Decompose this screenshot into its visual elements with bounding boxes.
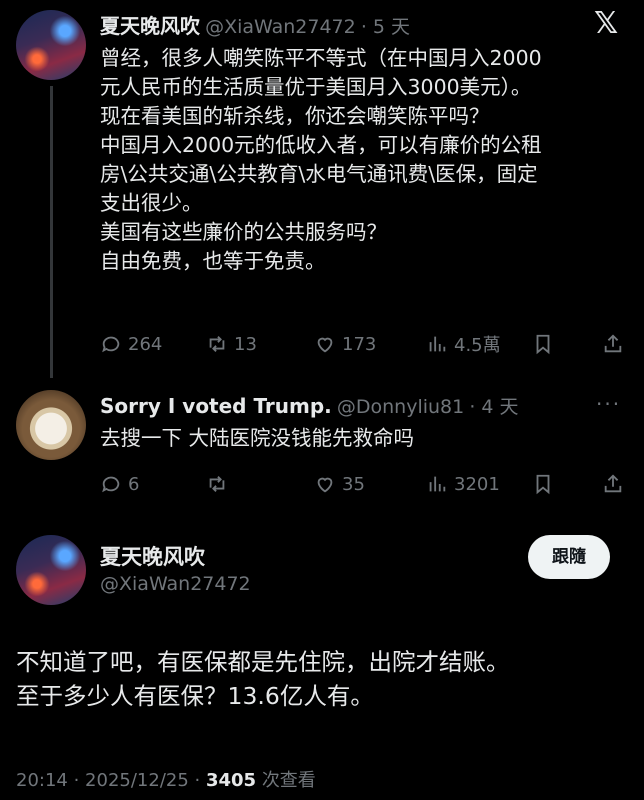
repost-button[interactable] [206,473,234,495]
share-icon [604,474,622,493]
tweet-meta: 20:14 · 2025/12/25 · 3405 次查看 [16,766,316,792]
reply-button[interactable]: 6 [100,473,139,495]
tweet-text: 去搜一下 大陆医院没钱能先救命吗 [100,426,415,450]
view-count: 3405 [205,770,257,791]
views-count: 3201 [454,473,500,495]
like-button[interactable]: 35 [314,473,365,495]
bookmark-button[interactable] [532,333,554,355]
follow-button[interactable]: 跟隨 [528,535,610,579]
x-logo-icon[interactable]: 𝕏 [594,6,618,41]
repost-count: 13 [234,333,257,355]
views-button[interactable]: 3201 [426,473,500,495]
avatar[interactable] [16,535,86,605]
author-handle[interactable]: @Donnyliu81 [337,396,464,418]
tweet-time[interactable]: · 4 天 [469,396,518,418]
reply-button[interactable]: 264 [100,333,162,355]
view-label: 次查看 [261,770,316,791]
analytics-icon [429,476,446,492]
reply-icon [102,476,120,493]
bookmark-button[interactable] [532,473,554,495]
author-handle[interactable]: @XiaWan27472 [100,573,251,595]
tweet-text: 不知道了吧，有医保都是先住院，出院才结账。 至于多少人有医保？13.6亿人有。 [16,648,510,710]
reply-count: 264 [128,333,163,355]
like-button[interactable]: 173 [314,333,376,355]
tweet-actions: 6 35 3201 [100,470,630,498]
tweet-text: 曾经，很多人嘲笑陈平不等式（在中国月入2000 元人民币的生活质量优于美国月入3… [100,46,542,273]
views-button[interactable]: 4.5萬 [426,331,501,357]
share-button[interactable] [602,333,624,355]
author-name[interactable]: Sorry I voted Trump. [100,394,332,418]
tweet-actions: 264 13 173 4.5萬 [100,330,630,358]
share-icon [604,334,622,353]
author-name[interactable]: 夏天晚风吹 [100,541,205,571]
analytics-icon [429,336,446,352]
repost-icon [209,336,225,352]
avatar[interactable] [16,390,86,460]
reply-count: 6 [128,473,140,495]
author-handle[interactable]: @XiaWan27472 [205,16,356,38]
views-count: 4.5萬 [454,335,501,356]
timestamp[interactable]: 20:14 · 2025/12/25 · [16,770,200,791]
thread-connector [50,86,53,378]
bookmark-icon [536,474,550,495]
bookmark-icon [536,334,550,355]
heart-icon [317,477,333,493]
like-count: 173 [342,333,377,355]
more-options-icon[interactable]: ··· [596,392,621,416]
like-count: 35 [342,473,365,495]
author-name[interactable]: 夏天晚风吹 [100,14,200,38]
repost-icon [209,476,225,492]
share-button[interactable] [602,473,624,495]
tweet-time[interactable]: · 5 天 [361,16,410,38]
avatar[interactable] [16,10,86,80]
tweet-header: 夏天晚风吹 @XiaWan27472 · 5 天 [100,10,570,39]
heart-icon [317,337,333,353]
repost-button[interactable]: 13 [206,333,257,355]
tweet-header: Sorry I voted Trump. @Donnyliu81 · 4 天 [100,392,580,419]
reply-icon [102,336,120,353]
